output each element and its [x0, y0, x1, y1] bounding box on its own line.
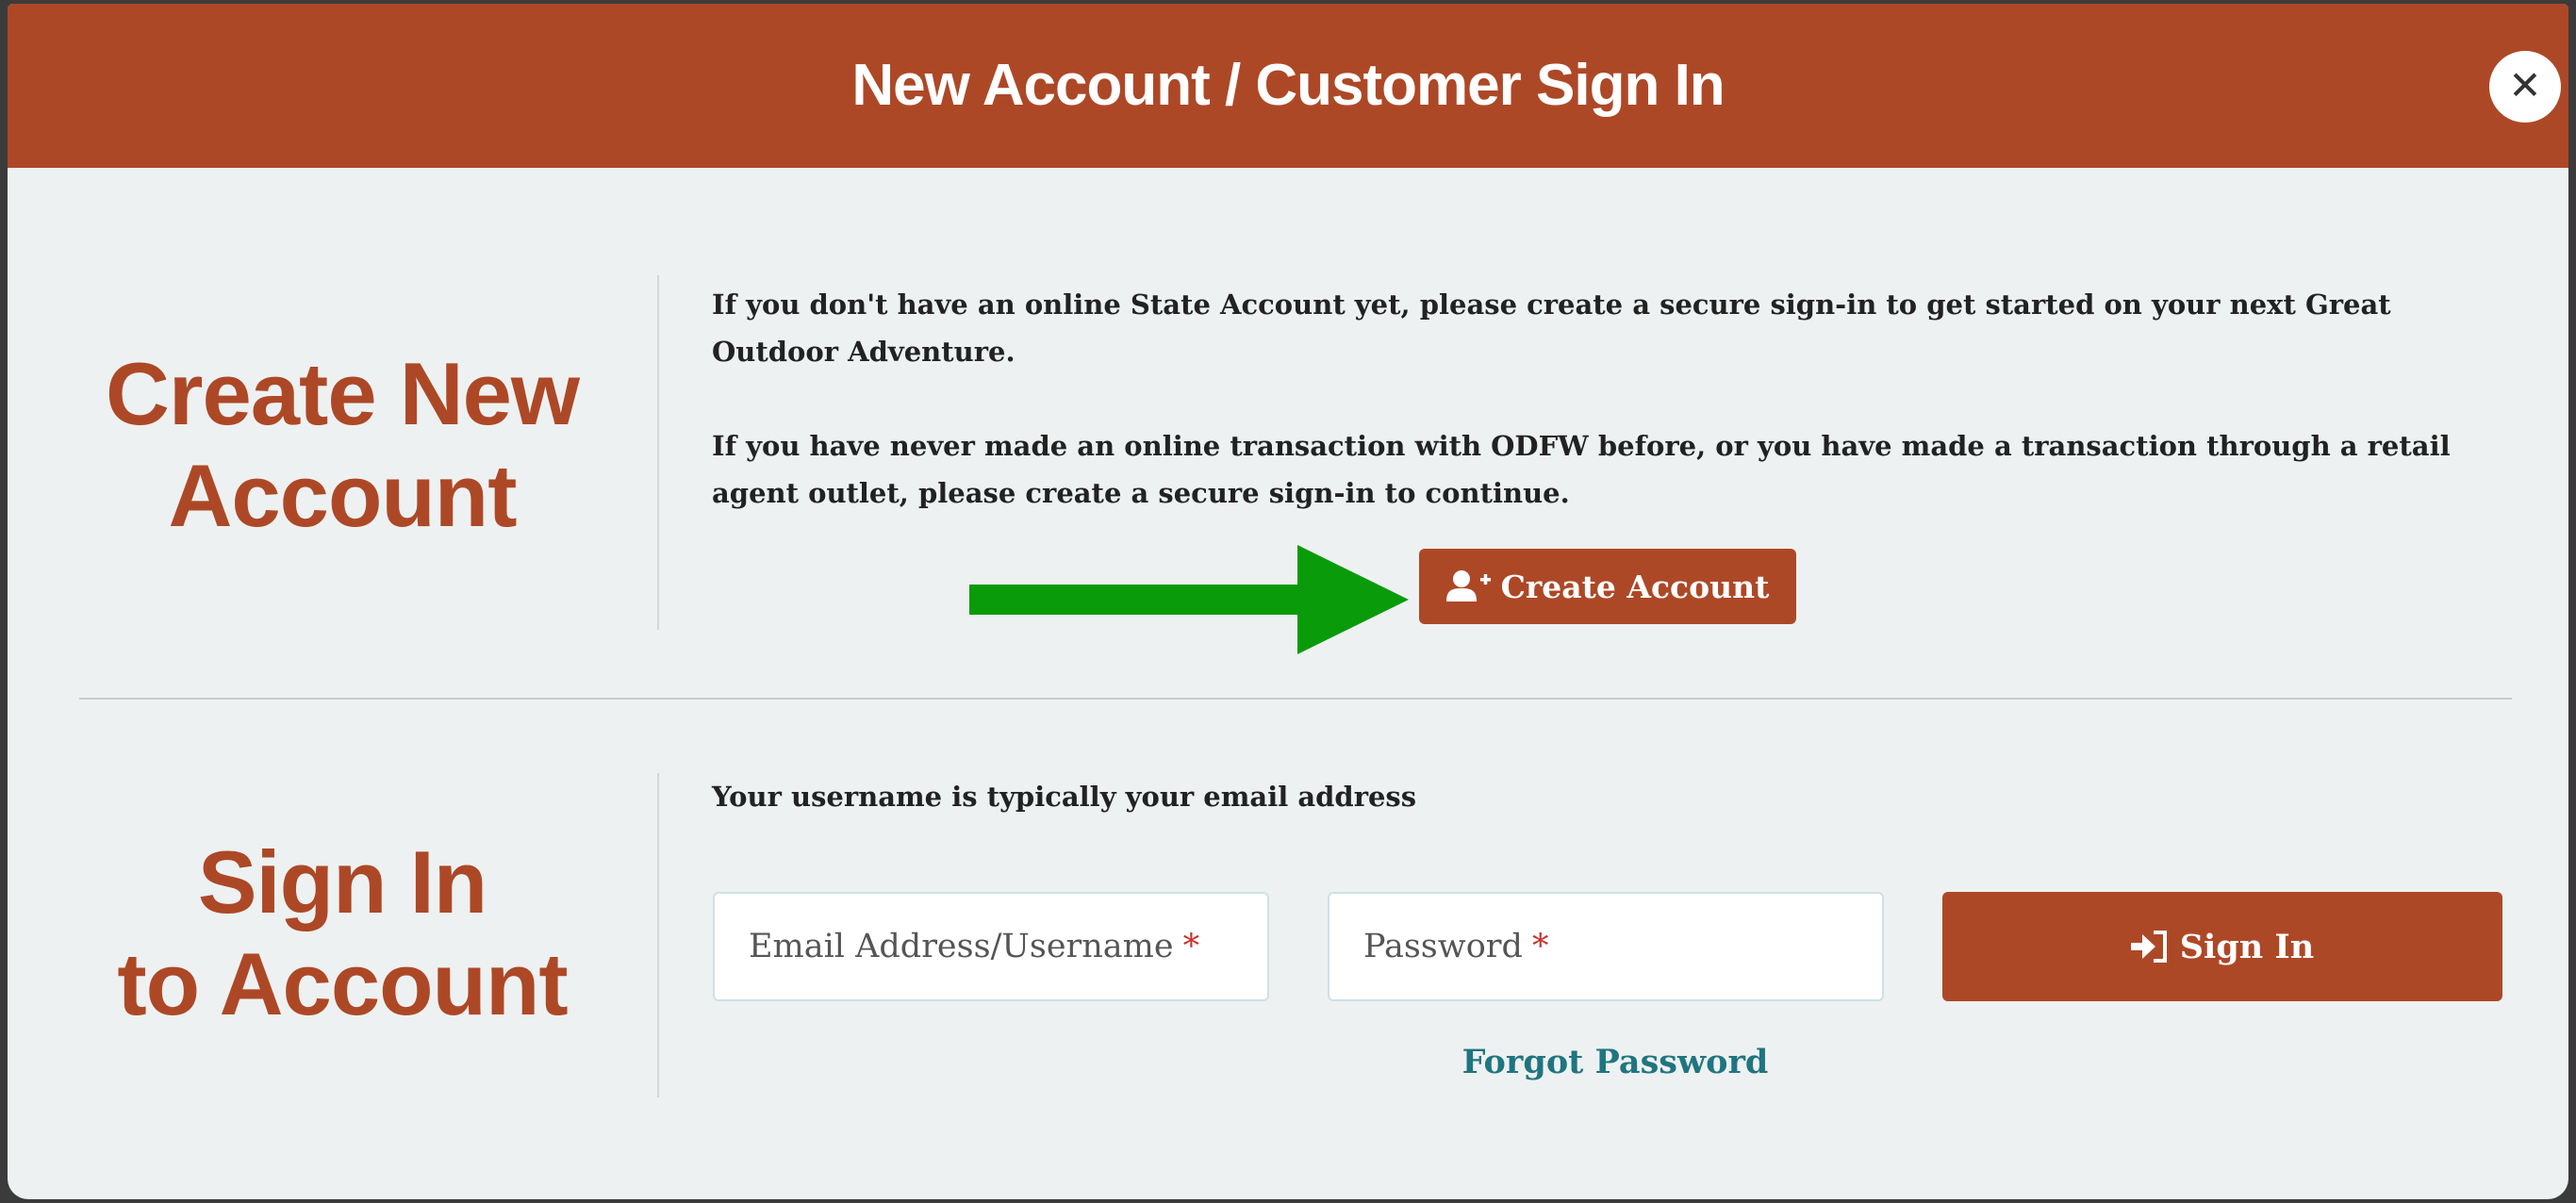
signin-section-divider	[657, 773, 659, 1097]
password-field[interactable]: Password *	[1328, 892, 1884, 1001]
modal-title: New Account / Customer Sign In	[851, 53, 1725, 118]
sign-in-label: Sign In	[2179, 927, 2315, 966]
username-field[interactable]: Email Address/Username *	[713, 892, 1269, 1001]
forgot-password-link[interactable]: Forgot Password	[1328, 1043, 1903, 1081]
create-heading-line1: Create New	[106, 344, 580, 443]
sign-in-icon	[2130, 931, 2167, 963]
sign-in-heading: Sign In to Account	[36, 832, 649, 1035]
create-account-heading: Create New Account	[36, 343, 649, 547]
arrow-shaft	[969, 585, 1309, 615]
create-heading-line2: Account	[168, 446, 518, 545]
arrow-head	[1297, 545, 1409, 654]
sign-in-modal: New Account / Customer Sign In ✕ Create …	[8, 4, 2568, 1199]
username-hint: Your username is typically your email ad…	[712, 781, 1417, 813]
username-placeholder: Email Address/Username	[749, 928, 1174, 965]
create-detail-text: If you have never made an online transac…	[712, 430, 2451, 509]
close-icon: ✕	[2508, 62, 2542, 108]
username-required-marker: *	[1182, 928, 1200, 965]
signin-heading-line1: Sign In	[197, 832, 487, 931]
section-divider	[79, 698, 2512, 700]
password-required-marker: *	[1531, 928, 1549, 965]
user-plus-icon	[1445, 570, 1491, 602]
password-placeholder: Password	[1363, 928, 1523, 965]
modal-header: New Account / Customer Sign In ✕	[8, 4, 2568, 168]
create-account-button[interactable]: Create Account	[1419, 549, 1796, 624]
close-button[interactable]: ✕	[2489, 51, 2561, 123]
create-account-label: Create Account	[1500, 568, 1770, 605]
signin-heading-line2: to Account	[117, 934, 568, 1033]
create-intro-text: If you don't have an online State Accoun…	[712, 288, 2391, 368]
sign-in-button[interactable]: Sign In	[1942, 892, 2502, 1001]
create-section-divider	[657, 275, 659, 630]
annotation-arrow	[969, 545, 1409, 654]
